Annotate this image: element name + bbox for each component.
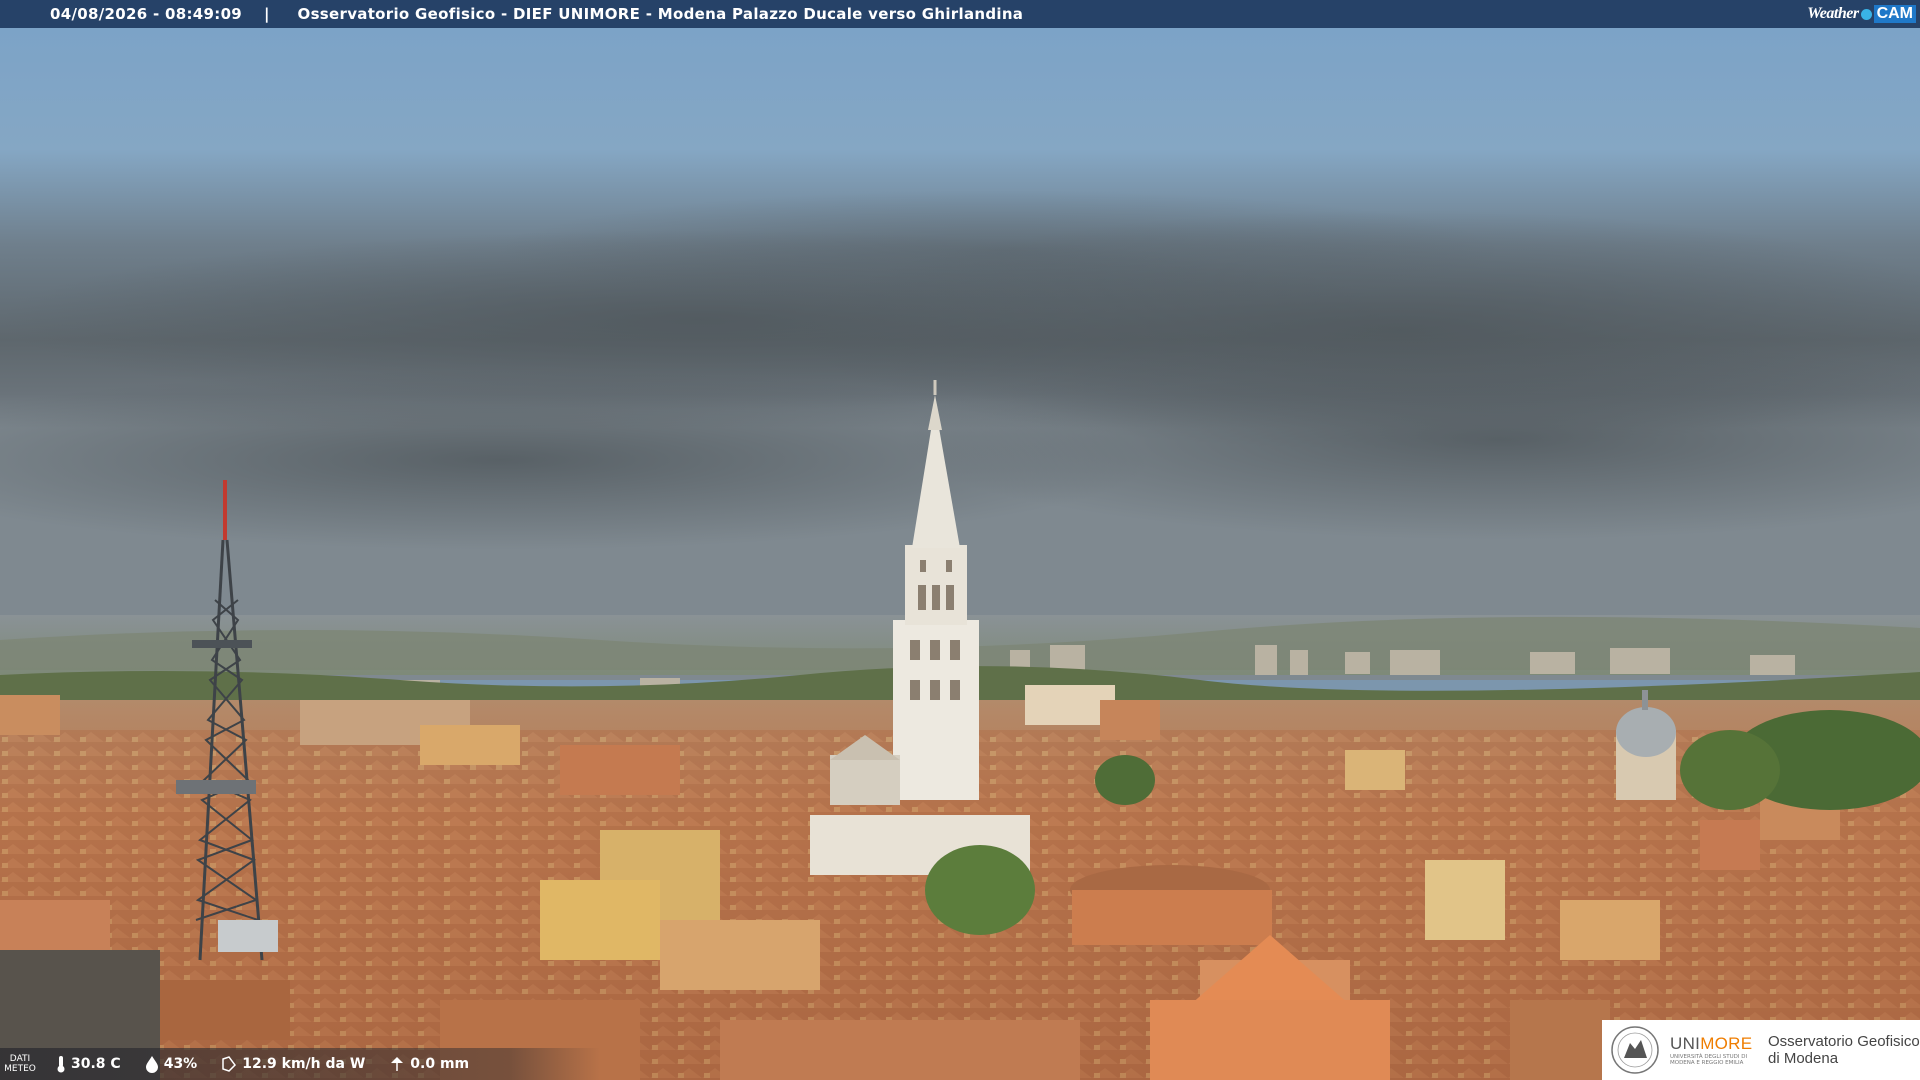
rain-icon	[391, 1057, 404, 1071]
weathercam-dot-icon	[1860, 8, 1872, 20]
wind-value: 12.9 km/h da W	[242, 1056, 366, 1072]
thermometer-icon	[57, 1056, 65, 1073]
humidity-reading: 43%	[145, 1055, 198, 1073]
weathercam-logo: Weather CAM	[1807, 3, 1916, 25]
camera-location: Osservatorio Geofisico - DIEF UNIMORE - …	[297, 5, 1024, 23]
weather-data-strip: DATI METEO 30.8 C 43% 12.9 km/h da W 0.0…	[0, 1048, 600, 1080]
temperature-reading: 30.8 C	[56, 1055, 121, 1073]
observatory-line-2: di Modena	[1768, 1050, 1839, 1067]
city-panorama-image	[0, 0, 1920, 1080]
weathercam-logo-weather: Weather	[1807, 5, 1859, 22]
unimore-brand: UNIMORE UNIVERSITÀ DEGLI STUDI DI MODENA…	[1670, 1034, 1758, 1066]
webcam-frame: 04/08/2026 - 08:49:09 | Osservatorio Geo…	[0, 0, 1920, 1080]
unimore-subtitle: UNIVERSITÀ DEGLI STUDI DI MODENA E REGGI…	[1670, 1054, 1748, 1066]
humidity-value: 43%	[163, 1056, 198, 1072]
wind-icon	[222, 1056, 237, 1072]
timestamp: 04/08/2026 - 08:49:09	[50, 5, 243, 23]
unimore-more: MORE	[1700, 1034, 1753, 1053]
observatory-line-1: Osservatorio Geofisico	[1768, 1033, 1920, 1050]
weathercam-logo-cam: CAM	[1873, 5, 1916, 23]
wind-reading: 12.9 km/h da W	[221, 1055, 365, 1073]
camera-info-bar: 04/08/2026 - 08:49:09 | Osservatorio Geo…	[0, 0, 1920, 28]
bar-separator: |	[264, 5, 270, 23]
temperature-value: 30.8 C	[71, 1056, 121, 1072]
weather-data-label: DATI METEO	[4, 1054, 36, 1074]
unimore-seal-icon	[1611, 1026, 1659, 1074]
unimore-logo-panel: UNIMORE UNIVERSITÀ DEGLI STUDI DI MODENA…	[1602, 1020, 1920, 1080]
water-drop-icon	[145, 1056, 158, 1073]
rain-reading: 0.0 mm	[389, 1055, 469, 1073]
observatory-name: Osservatorio Geofisico di Modena	[1768, 1033, 1920, 1067]
unimore-uni: UNI	[1670, 1034, 1701, 1053]
unimore-wordmark: UNIMORE	[1670, 1034, 1758, 1054]
rain-value: 0.0 mm	[410, 1056, 470, 1072]
